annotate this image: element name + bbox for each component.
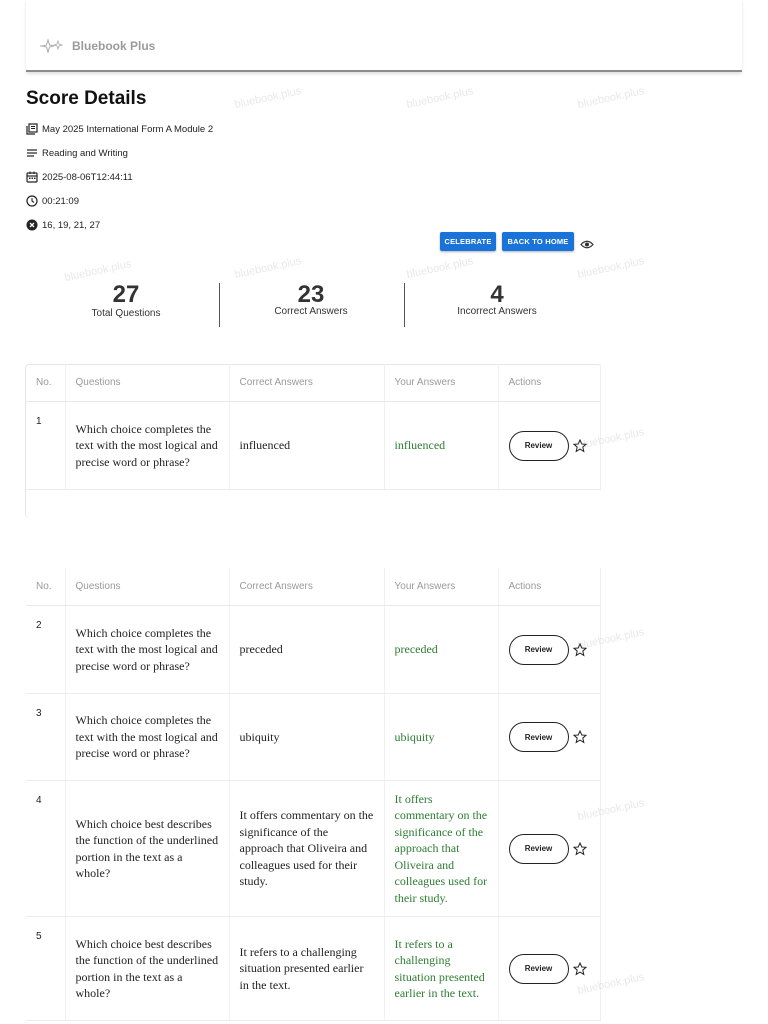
- brand-logo[interactable]: Bluebook Plus: [40, 38, 155, 54]
- calendar-icon: [26, 171, 38, 183]
- review-button[interactable]: Review: [508, 722, 569, 752]
- row-question: Which choice best describes the function…: [65, 916, 230, 1021]
- row-actions: Review: [498, 605, 601, 694]
- eye-icon[interactable]: [580, 239, 594, 250]
- col-header-actions: Actions: [498, 364, 601, 402]
- row-actions: Review: [498, 780, 601, 917]
- table-row: 3 Which choice completes the text with t…: [26, 693, 601, 781]
- row-your-answer: It refers to a challenging situation pre…: [384, 916, 499, 1021]
- row-your-answer: ubiquity: [384, 693, 499, 781]
- watermark: bluebook.plus: [405, 85, 475, 111]
- table-row: 5 Which choice best describes the functi…: [26, 916, 601, 1021]
- row-number: 2: [26, 605, 66, 694]
- row-your-answer: preceded: [384, 605, 499, 694]
- star-outline-icon[interactable]: [572, 642, 587, 657]
- app-header: Bluebook Plus: [26, 0, 742, 72]
- watermark: bluebook.plus: [576, 85, 646, 111]
- meta-datetime: 2025-08-06T12:44:11: [26, 171, 133, 183]
- section-name: Reading and Writing: [42, 147, 128, 159]
- table-header-row: No. Questions Correct Answers Your Answe…: [26, 568, 601, 606]
- sparkle-icon: [40, 38, 64, 54]
- stat-divider: [219, 283, 220, 327]
- incorrect-answers-value: 4: [490, 281, 504, 308]
- row-correct-answer: ubiquity: [229, 693, 385, 781]
- row-actions: Review: [498, 693, 601, 781]
- test-name: May 2025 International Form A Module 2: [42, 123, 214, 135]
- star-outline-icon[interactable]: [572, 438, 587, 453]
- cancel-circle-icon: [26, 219, 38, 231]
- row-actions: Review: [498, 401, 601, 490]
- star-outline-icon[interactable]: [572, 730, 587, 744]
- incorrect-answers-label: Incorrect Answers: [457, 306, 537, 317]
- back-to-home-button[interactable]: BACK TO HOME: [502, 232, 574, 251]
- col-header-no: No.: [26, 364, 66, 402]
- questions-table-page-1: No. Questions Correct Answers Your Answe…: [26, 364, 601, 490]
- meta-incorrect-list: 16, 19, 21, 27: [26, 219, 100, 231]
- col-header-correct: Correct Answers: [229, 364, 385, 402]
- meta-duration: 00:21:09: [26, 195, 79, 207]
- celebrate-button[interactable]: CELEBRATE: [440, 232, 496, 251]
- review-button[interactable]: Review: [508, 430, 569, 461]
- row-question: Which choice completes the text with the…: [65, 605, 230, 694]
- watermark: bluebook.plus: [233, 85, 303, 111]
- col-header-yours: Your Answers: [384, 568, 499, 606]
- review-button[interactable]: Review: [508, 833, 569, 864]
- test-datetime: 2025-08-06T12:44:11: [42, 171, 133, 183]
- table-row: 1 Which choice completes the text with t…: [26, 401, 601, 490]
- library-books-icon: [26, 123, 38, 135]
- stat-correct: 23 Correct Answers: [251, 281, 371, 318]
- review-button[interactable]: Review: [508, 634, 569, 665]
- total-questions-value: 27: [112, 281, 140, 308]
- meta-section: Reading and Writing: [26, 147, 128, 159]
- star-outline-icon[interactable]: [572, 961, 587, 976]
- col-header-actions: Actions: [498, 568, 601, 606]
- row-correct-answer: It offers commentary on the significance…: [229, 780, 385, 917]
- row-your-answer: It offers commentary on the significance…: [384, 780, 499, 917]
- subject-lines-icon: [27, 149, 37, 157]
- test-duration: 00:21:09: [42, 195, 79, 207]
- col-header-questions: Questions: [65, 364, 230, 402]
- col-header-yours: Your Answers: [384, 364, 499, 402]
- row-correct-answer: preceded: [229, 605, 385, 694]
- meta-test-name: May 2025 International Form A Module 2: [26, 123, 213, 135]
- stat-total: 27 Total Questions: [66, 281, 186, 320]
- star-outline-icon[interactable]: [572, 841, 587, 856]
- col-header-correct: Correct Answers: [229, 568, 385, 606]
- row-question: Which choice best describes the function…: [65, 780, 230, 917]
- row-correct-answer: It refers to a challenging situation pre…: [229, 916, 385, 1021]
- watermark: bluebook.plus: [576, 255, 646, 281]
- row-actions: Review: [498, 916, 601, 1021]
- col-header-questions: Questions: [65, 568, 230, 606]
- correct-answers-value: 23: [297, 281, 325, 308]
- stat-incorrect: 4 Incorrect Answers: [437, 281, 557, 318]
- correct-answers-label: Correct Answers: [274, 306, 348, 317]
- watermark: bluebook.plus: [233, 255, 303, 281]
- table-row: 2 Which choice completes the text with t…: [26, 605, 601, 694]
- incorrect-questions: 16, 19, 21, 27: [42, 219, 101, 231]
- watermark: bluebook.plus: [405, 255, 475, 281]
- clock-icon: [26, 195, 38, 207]
- total-questions-label: Total Questions: [91, 308, 161, 319]
- brand-name: Bluebook Plus: [72, 39, 156, 53]
- table-row: 4 Which choice best describes the functi…: [26, 780, 601, 917]
- page-title: Score Details: [26, 88, 147, 109]
- table-header-row: No. Questions Correct Answers Your Answe…: [26, 364, 601, 402]
- questions-table-page-2: No. Questions Correct Answers Your Answe…: [26, 568, 601, 1021]
- col-header-no: No.: [26, 568, 66, 606]
- row-your-answer: influenced: [384, 401, 499, 490]
- row-question: Which choice completes the text with the…: [65, 693, 230, 781]
- row-number: 1: [26, 401, 66, 490]
- row-number: 5: [26, 916, 66, 1021]
- stat-divider: [404, 283, 405, 327]
- review-button[interactable]: Review: [508, 953, 569, 984]
- row-number: 3: [26, 693, 66, 781]
- row-question: Which choice completes the text with the…: [65, 401, 230, 490]
- row-correct-answer: influenced: [229, 401, 385, 490]
- row-number: 4: [26, 780, 66, 917]
